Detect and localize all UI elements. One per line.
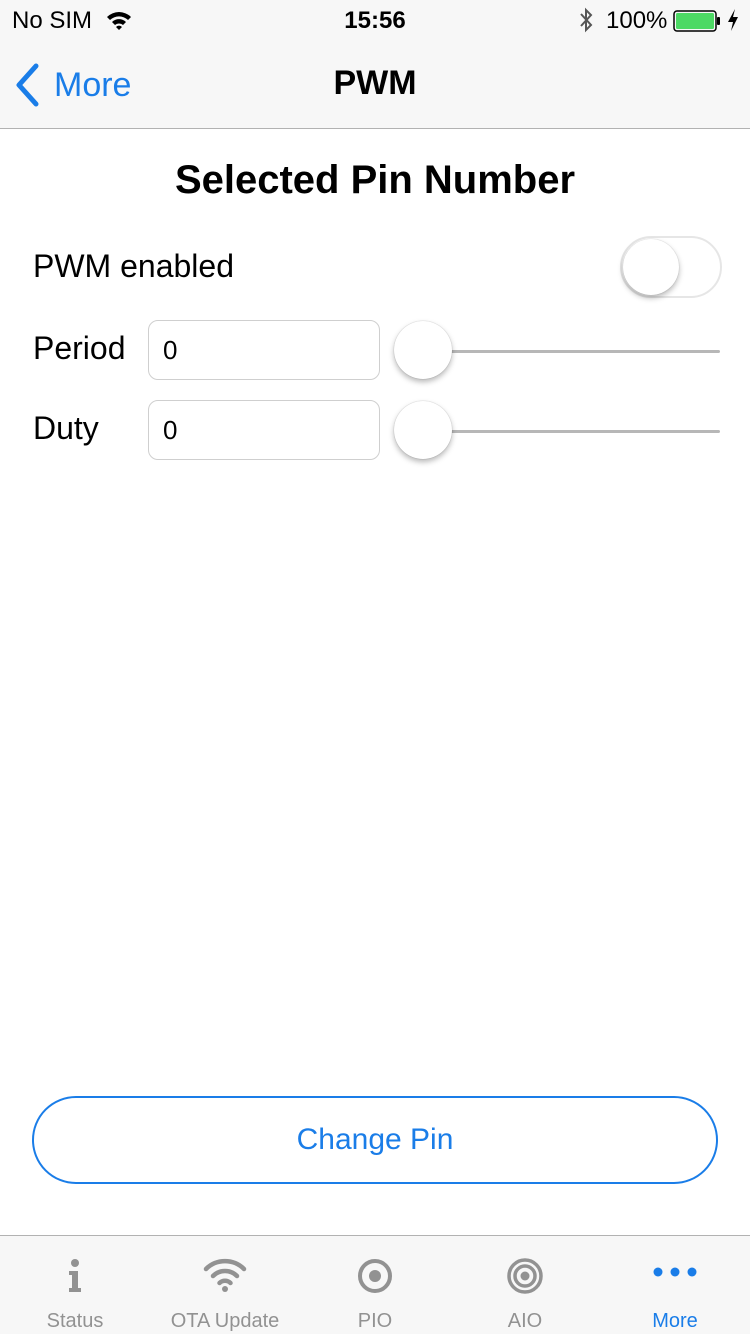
status-bar: No SIM 15:56 100% bbox=[0, 0, 750, 40]
tab-label: PIO bbox=[357, 1310, 393, 1332]
wifi-icon bbox=[203, 1258, 247, 1292]
slider-track bbox=[422, 350, 720, 353]
slider-thumb[interactable] bbox=[394, 321, 452, 379]
duty-input[interactable]: 0 bbox=[148, 400, 380, 460]
period-slider[interactable] bbox=[394, 321, 720, 381]
tab-status[interactable]: Status bbox=[0, 1236, 150, 1334]
tab-label: More bbox=[652, 1310, 698, 1332]
target-icon bbox=[358, 1259, 392, 1293]
period-label: Period bbox=[33, 330, 126, 366]
selected-pin-heading: Selected Pin Number bbox=[174, 158, 576, 202]
tab-aio[interactable]: AIO bbox=[450, 1236, 600, 1334]
duty-label: Duty bbox=[33, 410, 99, 446]
more-dots-icon bbox=[653, 1267, 697, 1277]
pwm-enabled-label: PWM enabled bbox=[33, 248, 234, 284]
tab-label: OTA Update bbox=[170, 1310, 280, 1332]
charging-bolt-icon bbox=[728, 9, 738, 31]
page-title: PWM bbox=[333, 64, 417, 102]
battery-percentage: 100% bbox=[606, 7, 668, 34]
period-input[interactable]: 0 bbox=[148, 320, 380, 380]
screen: No SIM 15:56 100% More PWM Selected Pin … bbox=[0, 0, 750, 1334]
tab-label: Status bbox=[46, 1310, 104, 1332]
tab-label: AIO bbox=[507, 1310, 543, 1332]
tab-pio[interactable]: PIO bbox=[300, 1236, 450, 1334]
info-icon bbox=[69, 1259, 81, 1292]
double-target-icon bbox=[507, 1258, 543, 1294]
tab-more[interactable]: More bbox=[600, 1236, 750, 1334]
duty-slider[interactable] bbox=[394, 401, 720, 461]
change-pin-button[interactable]: Change Pin bbox=[32, 1096, 718, 1184]
bluetooth-icon bbox=[580, 7, 593, 33]
tab-bar: Status OTA Update PIO AIO More bbox=[0, 1235, 750, 1334]
pwm-enabled-toggle[interactable] bbox=[620, 236, 722, 298]
toggle-knob bbox=[623, 239, 679, 295]
battery-icon bbox=[673, 10, 720, 32]
navigation-bar: More PWM bbox=[0, 40, 750, 129]
tab-ota-update[interactable]: OTA Update bbox=[150, 1236, 300, 1334]
slider-track bbox=[422, 430, 720, 433]
slider-thumb[interactable] bbox=[394, 401, 452, 459]
